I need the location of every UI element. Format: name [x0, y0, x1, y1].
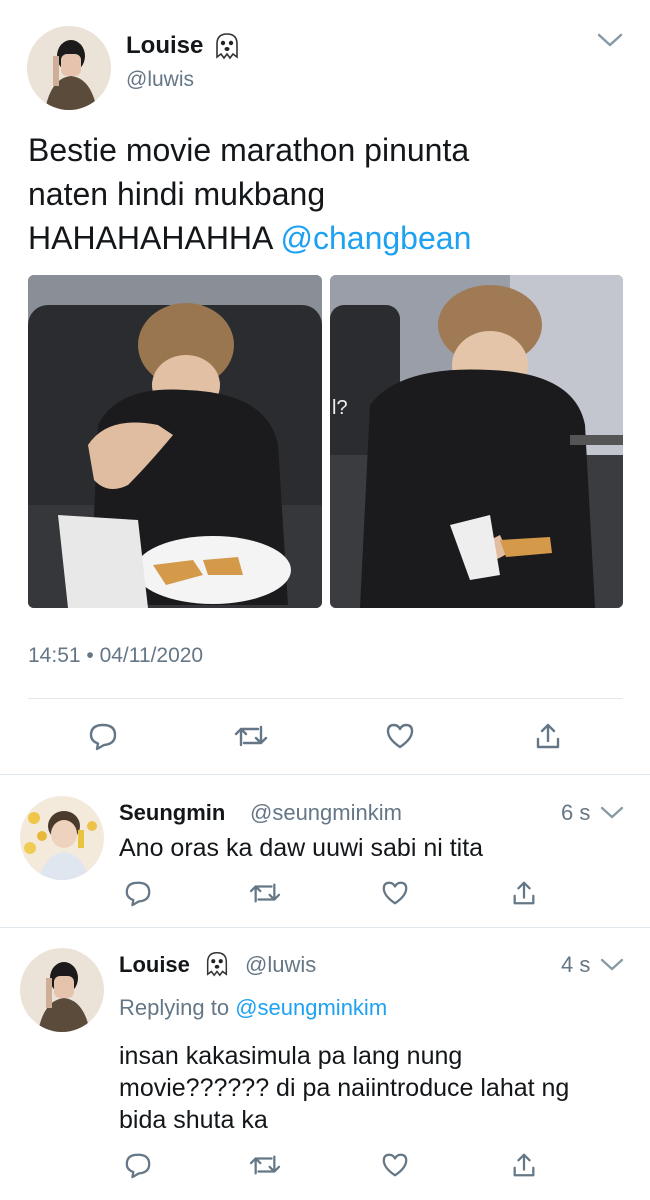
- reply-time: 6 s: [561, 800, 591, 825]
- tweet-text: Bestie movie marathon pinunta naten hind…: [28, 128, 628, 260]
- chevron-down-icon[interactable]: [599, 958, 625, 977]
- ghost-icon: [203, 950, 231, 978]
- tweet-text-line: HAHAHAHAHHA @changbean: [28, 216, 628, 260]
- like-icon[interactable]: [378, 1148, 412, 1182]
- author-name[interactable]: Louise: [126, 32, 203, 60]
- photo-caption: l?: [332, 397, 348, 419]
- reply-text: Ano oras ka daw uuwi sabi ni tita: [119, 834, 484, 862]
- reply-avatar[interactable]: [20, 796, 104, 880]
- divider: [0, 774, 650, 775]
- reply-text-line: movie?????? di pa naiintroduce lahat ng: [119, 1074, 570, 1102]
- chevron-down-icon[interactable]: [599, 806, 625, 825]
- reply-icon[interactable]: [86, 719, 120, 753]
- tweet-photo-left[interactable]: [28, 275, 322, 608]
- reply-author-handle[interactable]: @seungminkim: [250, 800, 402, 826]
- mention-link[interactable]: @changbean: [281, 220, 472, 256]
- author-handle[interactable]: @luwis: [126, 68, 194, 92]
- reply-text-line: bida shuta ka: [119, 1106, 268, 1134]
- replying-to-label: Replying to: [119, 995, 230, 1020]
- reply-icon[interactable]: [121, 876, 155, 910]
- retweet-icon[interactable]: [248, 1148, 282, 1182]
- tweet-text-plain: HAHAHAHAHHA: [28, 220, 272, 256]
- reply-icon[interactable]: [121, 1148, 155, 1182]
- tweet-text-line: naten hindi mukbang: [28, 176, 326, 212]
- reply-author-name[interactable]: Louise: [119, 952, 190, 978]
- replying-to-mention[interactable]: @seungminkim: [235, 995, 387, 1020]
- ghost-icon: [212, 31, 242, 61]
- divider: [28, 698, 623, 699]
- share-icon[interactable]: [507, 876, 541, 910]
- reply-time: 4 s: [561, 952, 591, 977]
- reply-text-line: insan kakasimula pa lang nung: [119, 1042, 463, 1070]
- like-icon[interactable]: [378, 876, 412, 910]
- reply-avatar[interactable]: [20, 948, 104, 1032]
- tweet-text-line: Bestie movie marathon pinunta: [28, 132, 470, 168]
- share-icon[interactable]: [507, 1148, 541, 1182]
- share-icon[interactable]: [531, 719, 565, 753]
- reply-author-handle[interactable]: @luwis: [245, 952, 316, 978]
- divider: [0, 927, 650, 928]
- retweet-icon[interactable]: [234, 719, 268, 753]
- tweet-photo-right[interactable]: l?: [330, 275, 623, 608]
- tweet-timestamp: 14:51 • 04/11/2020: [28, 644, 204, 667]
- retweet-icon[interactable]: [248, 876, 282, 910]
- reply-text: insan kakasimula pa lang nung movie?????…: [119, 1040, 639, 1136]
- author-avatar[interactable]: [27, 26, 111, 110]
- replying-to: Replying to @seungminkim: [119, 995, 387, 1021]
- like-icon[interactable]: [383, 719, 417, 753]
- chevron-down-icon[interactable]: [596, 32, 624, 53]
- reply-author-name[interactable]: Seungmin: [119, 800, 225, 826]
